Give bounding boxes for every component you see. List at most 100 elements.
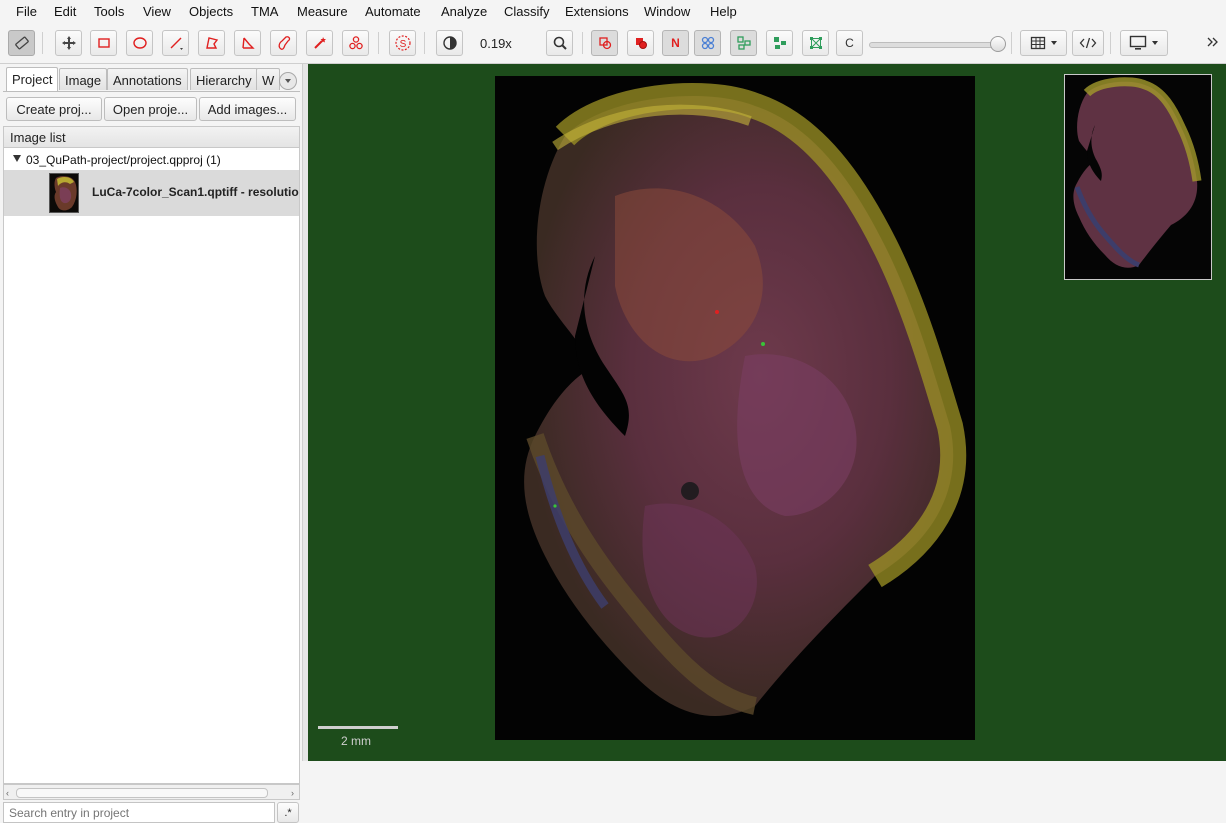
- image-entry-label: LuCa-7color_Scan1.qptiff - resolutio: [92, 185, 299, 199]
- regex-toggle-button[interactable]: .*: [277, 802, 299, 823]
- tma-grid-icon: [701, 36, 714, 50]
- scroll-right-icon[interactable]: ›: [291, 788, 294, 798]
- overview-thumbnail[interactable]: [1064, 74, 1212, 280]
- ellipse-icon: [132, 37, 147, 49]
- chevron-down-icon: [1050, 41, 1057, 45]
- menu-tma[interactable]: TMA: [251, 4, 278, 19]
- pixel-classification-button[interactable]: C: [836, 30, 863, 56]
- polygon-icon: [205, 37, 218, 49]
- menu-classify[interactable]: Classify: [504, 4, 550, 19]
- tabs-menu-button[interactable]: [279, 72, 297, 90]
- viewer-display-button[interactable]: [1120, 30, 1168, 56]
- show-detections-button[interactable]: [730, 30, 757, 56]
- rectangle-icon: [97, 38, 110, 48]
- c-label: C: [845, 36, 854, 50]
- zoom-label: 0.19x: [480, 36, 512, 51]
- menu-extensions[interactable]: Extensions: [565, 4, 629, 19]
- zoom-to-fit-button[interactable]: [546, 30, 573, 56]
- menu-measure[interactable]: Measure: [297, 4, 348, 19]
- expand-arrow-icon[interactable]: [13, 155, 21, 162]
- slide-image: [495, 76, 975, 740]
- show-annotations-button[interactable]: [591, 30, 618, 56]
- image-list-header: Image list: [3, 126, 300, 148]
- menu-help[interactable]: Help: [710, 4, 737, 19]
- brightness-contrast-button[interactable]: [436, 30, 463, 56]
- create-project-button[interactable]: Create proj...: [6, 97, 102, 121]
- menu-analyze[interactable]: Analyze: [441, 4, 487, 19]
- tab-image[interactable]: Image: [59, 68, 108, 90]
- tab-workflow[interactable]: W: [256, 68, 281, 90]
- chevron-down-icon: [285, 79, 291, 83]
- show-connections-button[interactable]: [802, 30, 829, 56]
- scroll-left-icon[interactable]: ‹: [6, 788, 9, 798]
- toolbar-separator: [42, 32, 43, 54]
- image-list[interactable]: 03_QuPath-project/project.qpproj (1) LuC…: [3, 148, 300, 784]
- points-tool-button[interactable]: [342, 30, 369, 56]
- image-thumbnail: [49, 173, 79, 213]
- toolbar-separator: [424, 32, 425, 54]
- polyline-tool-button[interactable]: [234, 30, 261, 56]
- line-icon: [170, 37, 183, 50]
- svg-text:S: S: [399, 39, 406, 50]
- monitor-icon: [1129, 35, 1147, 50]
- project-node-label: 03_QuPath-project/project.qpproj (1): [26, 153, 221, 167]
- menu-tools[interactable]: Tools: [94, 4, 124, 19]
- menu-edit[interactable]: Edit: [54, 4, 76, 19]
- add-images-button[interactable]: Add images...: [199, 97, 296, 121]
- image-entry[interactable]: LuCa-7color_Scan1.qptiff - resolutio: [4, 170, 299, 216]
- tab-project[interactable]: Project: [6, 67, 59, 91]
- selection-mode-button[interactable]: S: [389, 30, 416, 56]
- menu-view[interactable]: View: [143, 4, 171, 19]
- toolbar-separator: [582, 32, 583, 54]
- n-label: N: [671, 36, 680, 50]
- connections-icon: [809, 37, 822, 49]
- script-editor-button[interactable]: [1072, 30, 1104, 56]
- fill-annotations-icon: [635, 38, 647, 49]
- line-tool-button[interactable]: [162, 30, 189, 56]
- polygon-tool-button[interactable]: [198, 30, 225, 56]
- image-viewer[interactable]: 2 mm: [308, 64, 1226, 761]
- menu-file[interactable]: File: [16, 4, 37, 19]
- annotations-icon: [598, 37, 611, 50]
- open-project-button[interactable]: Open proje...: [104, 97, 197, 121]
- main-toolbar: S 0.19x N C: [0, 25, 1226, 64]
- wand-icon: [313, 37, 326, 49]
- horizontal-scrollbar[interactable]: ‹ ›: [3, 784, 300, 800]
- fill-annotations-button[interactable]: [627, 30, 654, 56]
- move-tool-button[interactable]: [55, 30, 82, 56]
- menu-automate[interactable]: Automate: [365, 4, 421, 19]
- search-entry-input[interactable]: [3, 802, 275, 823]
- measure-ruler-button[interactable]: [8, 30, 35, 56]
- wand-tool-button[interactable]: [306, 30, 333, 56]
- tab-annotations[interactable]: Annotations: [107, 68, 188, 90]
- opacity-slider-track[interactable]: [869, 42, 1001, 48]
- fill-detections-button[interactable]: [766, 30, 793, 56]
- menu-window[interactable]: Window: [644, 4, 690, 19]
- measurement-table-button[interactable]: [1020, 30, 1067, 56]
- scale-bar-label: 2 mm: [341, 734, 371, 748]
- magnifier-icon: [553, 36, 567, 50]
- move-icon: [61, 36, 76, 50]
- opacity-slider-knob[interactable]: [990, 36, 1006, 52]
- show-tma-grid-button[interactable]: [694, 30, 721, 56]
- show-names-button[interactable]: N: [662, 30, 689, 56]
- menu-objects[interactable]: Objects: [189, 4, 233, 19]
- ruler-icon: [14, 36, 29, 50]
- brush-icon: [278, 36, 290, 50]
- tab-hierarchy[interactable]: Hierarchy: [190, 68, 258, 90]
- detections-icon: [736, 36, 751, 50]
- scrollbar-thumb[interactable]: [16, 788, 268, 798]
- toolbar-separator: [378, 32, 379, 54]
- brush-tool-button[interactable]: [270, 30, 297, 56]
- toolbar-separator: [1011, 32, 1012, 54]
- left-panel: Project Image Annotations Hierarchy W Cr…: [0, 64, 303, 823]
- toolbar-separator: [1110, 32, 1111, 54]
- selection-mode-icon: S: [394, 35, 411, 51]
- rectangle-tool-button[interactable]: [90, 30, 117, 56]
- points-icon: [348, 36, 363, 50]
- fill-detections-icon: [773, 37, 786, 49]
- menu-bar: File Edit Tools View Objects TMA Measure…: [0, 0, 1226, 25]
- ellipse-tool-button[interactable]: [126, 30, 153, 56]
- project-tree-node[interactable]: 03_QuPath-project/project.qpproj (1): [4, 150, 299, 170]
- double-chevron-right-icon[interactable]: [1206, 36, 1220, 51]
